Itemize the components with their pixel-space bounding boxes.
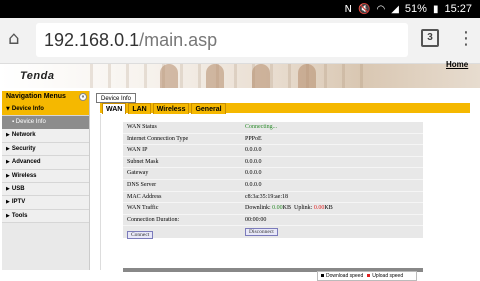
sidebar-item-usb[interactable]: ▶ USB <box>2 182 89 197</box>
home-link[interactable]: Home <box>446 60 468 69</box>
main-content: Device Info WAN LAN Wireless General WAN… <box>94 91 480 281</box>
row-key: MAC Address <box>127 193 162 200</box>
wan-traffic-row: WAN Traffic Downlink: 0.00KB Uplink: 0.0… <box>123 203 423 215</box>
chevron-right-icon: ▶ <box>6 159 10 166</box>
row-key: WAN IP <box>127 147 148 154</box>
nfc-icon: N <box>344 3 353 15</box>
uplink-value: 0.00 <box>313 205 325 212</box>
battery-percent: 51% <box>404 3 427 15</box>
battery-icon: ▮ <box>432 3 439 15</box>
downlink-unit: KB <box>282 205 292 212</box>
sidebar-item-security[interactable]: ▶ Security <box>2 142 89 157</box>
table-row: DNS Server 0.0.0.0 <box>123 180 423 192</box>
row-key: Subnet Mask <box>127 158 159 165</box>
banner-photo <box>150 64 330 88</box>
row-value: PPPoE <box>245 135 262 142</box>
downlink-label: Downlink: <box>245 205 271 212</box>
chevron-right-icon: ▶ <box>6 172 10 179</box>
row-value: c8:3a:35:19:ae:18 <box>245 193 288 200</box>
sidebar-item-iptv[interactable]: ▶ IPTV <box>2 196 89 210</box>
clock: 15:27 <box>444 3 472 15</box>
signal-icon: ◢ <box>391 3 399 15</box>
browser-toolbar: ⌂ 192.168.0.1/main.asp 3 ⋮ <box>0 18 480 64</box>
row-key: WAN Status <box>127 124 157 130</box>
wan-info-table: WAN Status Connecting... Internet Connect… <box>123 122 423 240</box>
sidebar-item-device-info[interactable]: ▼ Device Info <box>2 103 89 117</box>
legend-upload: Upload speed <box>367 272 403 280</box>
table-row: Gateway 0.0.0.0 <box>123 168 423 180</box>
row-key: Gateway <box>127 170 149 177</box>
row-key: WAN Traffic <box>127 205 159 212</box>
downlink-value: 0.00 <box>272 205 283 212</box>
traffic-legend: Download speed Upload speed <box>317 271 417 281</box>
row-value: 0.0.0.0 <box>245 170 262 177</box>
wan-status-value: Connecting... <box>245 124 278 130</box>
tab-wan[interactable]: WAN <box>102 103 127 114</box>
tab-wireless[interactable]: Wireless <box>152 103 190 114</box>
traffic-value: Downlink: 0.00KB Uplink: 0.00KB <box>245 203 423 214</box>
mute-icon: 🔇 <box>358 3 371 15</box>
chevron-right-icon: ▶ <box>6 132 10 139</box>
uplink-unit: KB <box>324 205 333 212</box>
url-path: /main.asp <box>139 30 218 50</box>
action-row: Connect Disconnect <box>123 226 423 240</box>
connect-button[interactable]: Connect <box>127 231 154 240</box>
wifi-icon: ◠ <box>376 3 386 15</box>
uplink-label: Uplink: <box>294 205 313 212</box>
row-value: 0.0.0.0 <box>245 158 262 165</box>
legend-download: Download speed <box>321 272 363 280</box>
row-key: Internet Connection Type <box>127 135 189 142</box>
wan-panel: WAN Status Connecting... Internet Connect… <box>100 114 470 281</box>
row-key: DNS Server <box>127 181 157 188</box>
chevron-right-icon: ▶ <box>6 212 10 219</box>
chevron-right-icon: ▶ <box>6 199 10 206</box>
sidebar-item-network[interactable]: ▶ Network <box>2 129 89 143</box>
address-bar[interactable]: 192.168.0.1/main.asp <box>36 23 408 57</box>
status-bar: N 🔇 ◠ ◢ 51% ▮ 15:27 <box>0 0 480 18</box>
tenda-logo: Tenda <box>20 70 55 82</box>
chevron-right-icon: ▶ <box>6 185 10 192</box>
nav-header: Navigation Menus « <box>2 91 89 103</box>
table-row: Internet Connection Type PPPoE <box>123 134 423 146</box>
upload-swatch-icon <box>367 274 371 278</box>
breadcrumb: Device Info <box>96 93 137 103</box>
sidebar-subitem-device-info[interactable]: ▪ Device Info <box>2 116 89 130</box>
chevron-right-icon: ▶ <box>6 145 10 152</box>
row-value: 0.0.0.0 <box>245 147 262 154</box>
table-row: Subnet Mask 0.0.0.0 <box>123 157 423 169</box>
tab-general[interactable]: General <box>191 103 226 114</box>
collapse-toggle-icon[interactable]: « <box>79 93 87 101</box>
overflow-menu-icon[interactable]: ⋮ <box>457 28 475 50</box>
tab-bar: WAN LAN Wireless General <box>100 103 470 114</box>
tab-lan[interactable]: LAN <box>128 103 151 114</box>
table-row: WAN IP 0.0.0.0 <box>123 145 423 157</box>
table-row: MAC Address c8:3a:35:19:ae:18 <box>123 192 423 204</box>
disconnect-button[interactable]: Disconnect <box>245 228 278 237</box>
table-row: WAN Status Connecting... <box>123 122 423 134</box>
sidebar-item-tools[interactable]: ▶ Tools <box>2 209 89 224</box>
nav-title: Navigation Menus <box>6 93 66 100</box>
download-swatch-icon <box>321 274 324 278</box>
header-banner <box>0 64 480 88</box>
sidebar-item-advanced[interactable]: ▶ Advanced <box>2 156 89 170</box>
navigation-sidebar: Navigation Menus « ▼ Device Info ▪ Device… <box>2 91 90 270</box>
chevron-down-icon: ▼ <box>6 106 10 112</box>
tab-switcher-button[interactable]: 3 <box>421 29 439 47</box>
row-value: 0.0.0.0 <box>245 181 262 188</box>
home-icon[interactable]: ⌂ <box>8 28 30 50</box>
connection-duration-value: 00:00:00 <box>245 216 267 223</box>
sidebar-item-wireless[interactable]: ▶ Wireless <box>2 169 89 183</box>
url-host: 192.168.0.1 <box>44 30 140 50</box>
